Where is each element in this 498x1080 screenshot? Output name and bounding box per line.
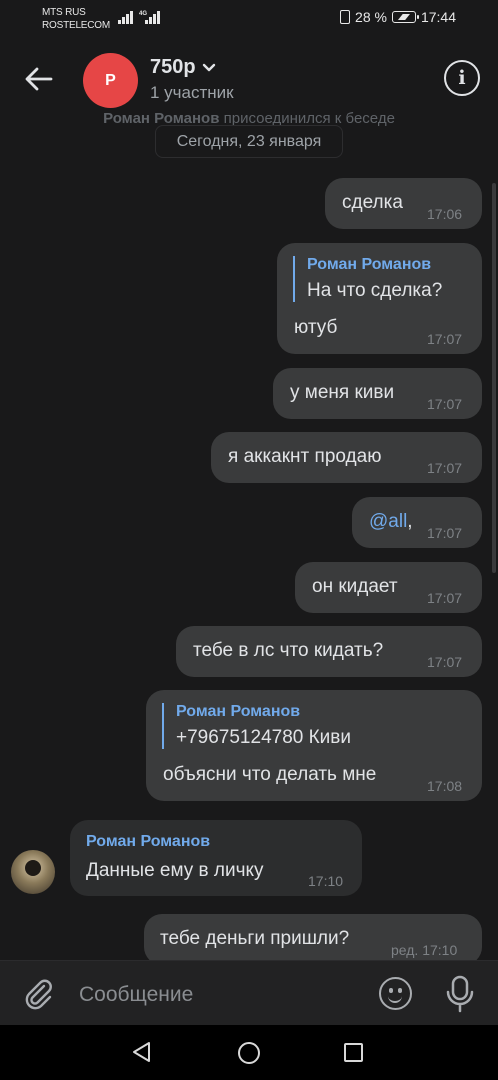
message-time: 17:07 (427, 396, 463, 412)
scrollbar[interactable] (492, 183, 496, 573)
message-text: сделка (342, 192, 403, 213)
vibrate-icon (340, 10, 351, 24)
message-bubble-reply[interactable]: Роман Романов На что сделка? ютуб 17:07 (277, 243, 482, 354)
chat-title-block[interactable]: 750р 1 участник (150, 56, 234, 103)
message-text: объясни что делать мне (163, 764, 377, 785)
date-separator: Сегодня, 23 января (155, 125, 343, 158)
message-text: тебе в лс что кидать? (193, 640, 384, 661)
sender-name[interactable]: Роман Романов (86, 833, 210, 851)
reply-author: Роман Романов (307, 256, 432, 273)
nav-home-icon[interactable] (238, 1042, 260, 1064)
clock: 17:44 (420, 9, 456, 25)
chat-subtitle: 1 участник (150, 83, 234, 102)
message-composer: Сообщение (0, 960, 498, 1025)
emoji-icon[interactable] (379, 977, 412, 1010)
message-bubble-incoming[interactable]: Роман Романов Данные ему в личку 17:10 (70, 820, 362, 896)
message-text: я аккакнт продаю (228, 446, 382, 467)
battery-icon (391, 11, 419, 23)
message-text: Данные ему в личку (86, 860, 264, 881)
info-icon[interactable]: i (444, 60, 480, 96)
nav-back-icon[interactable] (131, 1041, 153, 1063)
message-text: @all, (369, 511, 413, 533)
microphone-icon[interactable] (443, 975, 477, 1013)
message-list[interactable]: Роман Романов присоединился к беседе Сег… (0, 110, 498, 960)
back-arrow-icon[interactable] (22, 62, 56, 96)
reply-author: Роман Романов (176, 703, 301, 720)
message-time: 17:07 (427, 525, 463, 541)
message-bubble[interactable]: он кидает 17:07 (295, 562, 482, 613)
message-text: у меня киви (290, 382, 395, 403)
chat-title-text: 750р (150, 56, 196, 78)
message-time: ред. 17:10 (391, 942, 458, 958)
message-time: 17:07 (427, 331, 463, 347)
message-time: 17:08 (427, 778, 463, 794)
reply-quote[interactable]: Роман Романов На что сделка? (293, 256, 442, 302)
signal-icon (118, 10, 133, 24)
message-text: он кидает (312, 576, 398, 597)
message-time: 17:07 (427, 654, 463, 670)
chat-title[interactable]: 750р (150, 56, 234, 79)
message-time: 17:07 (427, 590, 463, 606)
message-bubble[interactable]: тебе деньги пришли? ред. 17:10 (144, 914, 482, 960)
reply-text: На что сделка? (307, 280, 443, 301)
status-bar: MTS RUS ROSTELECOM 4G 28 % 17:44 (0, 0, 498, 38)
signal-icon-2 (145, 10, 160, 24)
message-text-rest: , (407, 511, 413, 532)
paperclip-icon[interactable] (22, 977, 56, 1011)
message-bubble[interactable]: у меня киви 17:07 (273, 368, 482, 419)
system-nav-bar (0, 1025, 498, 1080)
battery-percent: 28 % (355, 9, 387, 25)
message-time: 17:10 (308, 873, 344, 889)
carrier-2: ROSTELECOM (42, 20, 111, 31)
sender-avatar[interactable] (11, 850, 55, 894)
status-right: 28 % 17:44 (340, 9, 456, 25)
message-bubble[interactable]: я аккакнт продаю 17:07 (211, 432, 482, 483)
message-text: ютуб (294, 317, 338, 338)
message-bubble-reply[interactable]: Роман Романов +79675124780 Киви объясни … (146, 690, 482, 801)
message-time: 17:06 (427, 206, 463, 222)
chat-avatar[interactable]: P (83, 53, 138, 108)
message-time: 17:07 (427, 460, 463, 476)
message-input[interactable]: Сообщение (79, 983, 193, 1007)
carrier-names: MTS RUS ROSTELECOM (42, 6, 110, 32)
chevron-down-icon (202, 63, 215, 71)
message-bubble[interactable]: сделка 17:06 (325, 178, 482, 229)
message-bubble[interactable]: тебе в лс что кидать? 17:07 (176, 626, 482, 677)
message-bubble[interactable]: @all, 17:07 (352, 497, 482, 548)
nav-recent-apps-icon[interactable] (344, 1043, 363, 1062)
reply-text: +79675124780 Киви (176, 727, 351, 748)
reply-quote[interactable]: Роман Романов +79675124780 Киви (162, 703, 351, 749)
carrier-1: MTS RUS (42, 7, 86, 18)
chat-header: P 750р 1 участник i (0, 38, 498, 120)
mention-link[interactable]: @all (369, 511, 407, 532)
message-text: тебе деньги пришли? (160, 928, 350, 949)
